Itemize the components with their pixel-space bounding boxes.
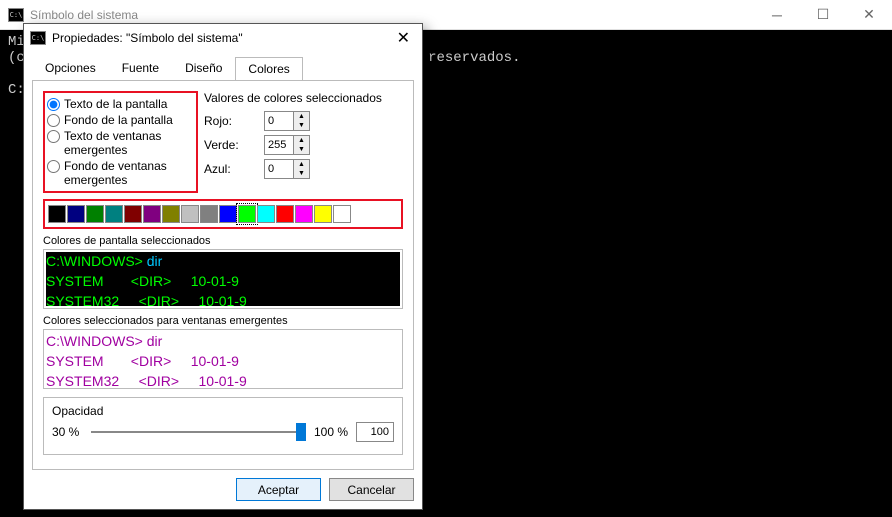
cmd-icon <box>30 31 46 45</box>
properties-dialog: Propiedades: "Símbolo del sistema" ✕ Opc… <box>23 23 423 510</box>
color-swatch[interactable] <box>181 205 199 223</box>
tab-body-colors: Texto de la pantalla Fondo de la pantall… <box>32 80 414 470</box>
color-target-radios: Texto de la pantalla Fondo de la pantall… <box>43 91 198 193</box>
close-button[interactable]: ✕ <box>846 0 892 30</box>
popup-preview-label: Colores seleccionados para ventanas emer… <box>43 315 403 327</box>
red-input[interactable] <box>264 111 294 131</box>
tab-layout[interactable]: Diseño <box>172 56 235 80</box>
main-title: Símbolo del sistema <box>30 8 138 22</box>
opacity-group: Opacidad 30 % 100 % <box>43 397 403 455</box>
color-swatch[interactable] <box>295 205 313 223</box>
color-swatch[interactable] <box>238 205 256 223</box>
screen-preview: C:\WINDOWS> dir SYSTEM <DIR> 10-01-9 SYS… <box>43 249 403 309</box>
blue-spinner[interactable]: ▲▼ <box>294 159 310 179</box>
radio-screen-text[interactable]: Texto de la pantalla <box>47 97 194 111</box>
maximize-button[interactable]: ☐ <box>800 0 846 30</box>
opacity-max: 100 % <box>314 425 348 439</box>
color-swatch[interactable] <box>143 205 161 223</box>
color-values: Valores de colores seleccionados Rojo: ▲… <box>198 91 403 193</box>
color-swatch[interactable] <box>48 205 66 223</box>
green-spinner[interactable]: ▲▼ <box>294 135 310 155</box>
color-swatch[interactable] <box>257 205 275 223</box>
color-swatch[interactable] <box>105 205 123 223</box>
green-label: Verde: <box>204 138 264 152</box>
color-swatch[interactable] <box>67 205 85 223</box>
dialog-buttons: Aceptar Cancelar <box>24 470 422 509</box>
slider-thumb[interactable] <box>296 423 306 441</box>
color-swatch[interactable] <box>200 205 218 223</box>
cancel-button[interactable]: Cancelar <box>329 478 414 501</box>
color-swatch[interactable] <box>162 205 180 223</box>
color-swatch[interactable] <box>276 205 294 223</box>
radio-popup-bg[interactable]: Fondo de ventanas emergentes <box>47 159 194 187</box>
color-swatch[interactable] <box>219 205 237 223</box>
values-header: Valores de colores seleccionados <box>204 91 397 105</box>
red-spinner[interactable]: ▲▼ <box>294 111 310 131</box>
radio-screen-bg[interactable]: Fondo de la pantalla <box>47 113 194 127</box>
opacity-slider[interactable] <box>91 431 302 433</box>
popup-preview: C:\WINDOWS> dir SYSTEM <DIR> 10-01-9 SYS… <box>43 329 403 389</box>
opacity-label: Opacidad <box>52 404 394 418</box>
opacity-min: 30 % <box>52 425 79 439</box>
tab-strip: Opciones Fuente Diseño Colores <box>24 52 422 80</box>
color-swatch[interactable] <box>333 205 351 223</box>
blue-input[interactable] <box>264 159 294 179</box>
ok-button[interactable]: Aceptar <box>236 478 321 501</box>
dialog-close-button[interactable]: ✕ <box>391 28 416 48</box>
color-swatch-row <box>43 199 403 229</box>
screen-preview-label: Colores de pantalla seleccionados <box>43 235 403 247</box>
dialog-titlebar: Propiedades: "Símbolo del sistema" ✕ <box>24 24 422 52</box>
color-swatch[interactable] <box>314 205 332 223</box>
color-swatch[interactable] <box>124 205 142 223</box>
minimize-button[interactable]: ─ <box>754 0 800 30</box>
blue-label: Azul: <box>204 162 264 176</box>
cmd-icon <box>8 8 24 22</box>
opacity-input[interactable] <box>356 422 394 442</box>
tab-font[interactable]: Fuente <box>109 56 172 80</box>
tab-colors[interactable]: Colores <box>235 57 302 81</box>
tab-options[interactable]: Opciones <box>32 56 109 80</box>
radio-popup-text[interactable]: Texto de ventanas emergentes <box>47 129 194 157</box>
color-swatch[interactable] <box>86 205 104 223</box>
green-input[interactable] <box>264 135 294 155</box>
red-label: Rojo: <box>204 114 264 128</box>
dialog-title: Propiedades: "Símbolo del sistema" <box>52 31 243 45</box>
